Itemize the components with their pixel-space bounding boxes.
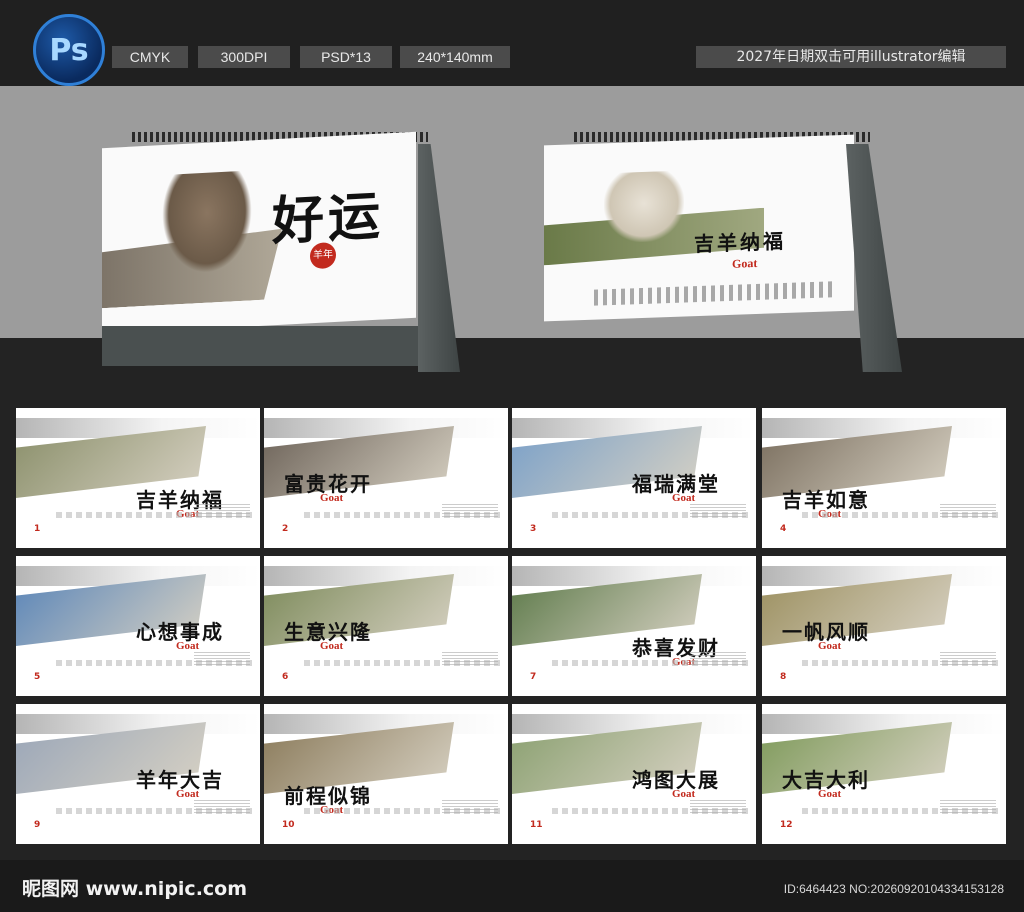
month-card-7: 恭喜发财Goat7 <box>512 556 756 696</box>
top-bar: Ps CMYK 300DPI PSD*13 240*140mm 2027年日期双… <box>0 0 1024 86</box>
calendar-days <box>802 526 1002 536</box>
month-card-8: 一帆风顺 Goat 8 <box>762 556 1006 696</box>
site-watermark: 昵图网 www.nipic.com <box>22 878 248 900</box>
cover-page: 好运 羊年 <box>102 131 416 335</box>
fine-print <box>442 800 498 814</box>
spec-size: 240*140mm <box>400 46 510 68</box>
spec-color-mode: CMYK <box>112 46 188 68</box>
fine-print <box>194 652 250 666</box>
month-card-11: 鸿图大展 Goat 11 <box>512 704 756 844</box>
month-number: 5 <box>34 672 41 682</box>
calendar-days <box>56 822 256 832</box>
calendar-days <box>802 674 1002 684</box>
month-card-4: 吉羊如意Goat4 <box>762 408 1006 548</box>
month-card-9: 羊年大吉 Goat 9 <box>16 704 260 844</box>
month-card-6: 生意兴隆 Goat 6 <box>264 556 508 696</box>
goat-label: Goat <box>818 640 842 652</box>
calendar-days <box>304 674 504 684</box>
month-card-1: 吉羊纳福Goat1 <box>16 408 260 548</box>
fine-print <box>442 652 498 666</box>
month-number: 10 <box>282 820 295 830</box>
month-number: 4 <box>780 524 787 534</box>
ram-photo <box>162 170 252 276</box>
goat-label: Goat <box>176 640 200 652</box>
fine-print <box>194 504 250 518</box>
spec-file-count: PSD*13 <box>300 46 392 68</box>
cover-calendar: 好运 羊年 <box>100 128 460 374</box>
january-calendar: 吉羊纳福 Goat <box>540 128 902 374</box>
fine-print <box>442 504 498 518</box>
month-card-5: 心想事成 Goat 5 <box>16 556 260 696</box>
month-card-12: 大吉大利 Goat 12 <box>762 704 1006 844</box>
fine-print <box>194 800 250 814</box>
month-number: 3 <box>530 524 537 534</box>
january-goat-label: Goat <box>732 255 758 271</box>
calendar-days <box>56 674 256 684</box>
month-number: 9 <box>34 820 41 830</box>
calendar-days <box>304 526 504 536</box>
month-card-2: 富贵花开 Goat 2 <box>264 408 508 548</box>
goat-label: Goat <box>320 492 344 504</box>
image-id: ID:6464423 NO:20260920104334153128 <box>783 882 1004 896</box>
fine-print <box>940 800 996 814</box>
goat-label: Goat <box>176 788 200 800</box>
header-title: 2027年日期双击可用illustrator编辑 <box>696 46 1006 68</box>
january-slogan: 吉羊纳福 <box>694 228 786 257</box>
month-number: 11 <box>530 820 543 830</box>
goat-label: Goat <box>672 492 696 504</box>
january-page: 吉羊纳福 Goat <box>544 134 854 322</box>
month-number: 7 <box>530 672 537 682</box>
calendar-days <box>56 526 256 536</box>
photoshop-icon: Ps <box>33 14 105 86</box>
goat-label: Goat <box>672 788 696 800</box>
cover-title: 好运 <box>272 185 385 253</box>
fine-print <box>940 652 996 666</box>
month-number: 6 <box>282 672 289 682</box>
calendar-days <box>802 822 1002 832</box>
fine-print <box>690 800 746 814</box>
month-card-3: 福瑞满堂 Goat 3 <box>512 408 756 548</box>
fine-print <box>940 504 996 518</box>
cover-seal: 羊年 <box>310 241 336 270</box>
month-number: 2 <box>282 524 289 534</box>
month-number: 1 <box>34 524 41 534</box>
fine-print <box>690 652 746 666</box>
footer: 昵图网 www.nipic.com ID:6464423 NO:20260920… <box>0 860 1024 912</box>
spec-resolution: 300DPI <box>198 46 290 68</box>
goat-label: Goat <box>320 640 344 652</box>
calendar-days <box>552 674 752 684</box>
month-number: 12 <box>780 820 793 830</box>
fine-print <box>690 504 746 518</box>
calendar-days <box>552 526 752 536</box>
month-card-10: 前程似锦Goat10 <box>264 704 508 844</box>
goat-label: Goat <box>818 788 842 800</box>
calendar-days <box>304 822 504 832</box>
logo-text: Ps <box>49 32 89 68</box>
goat-photo <box>604 170 684 244</box>
month-number: 8 <box>780 672 787 682</box>
calendar-days <box>552 822 752 832</box>
